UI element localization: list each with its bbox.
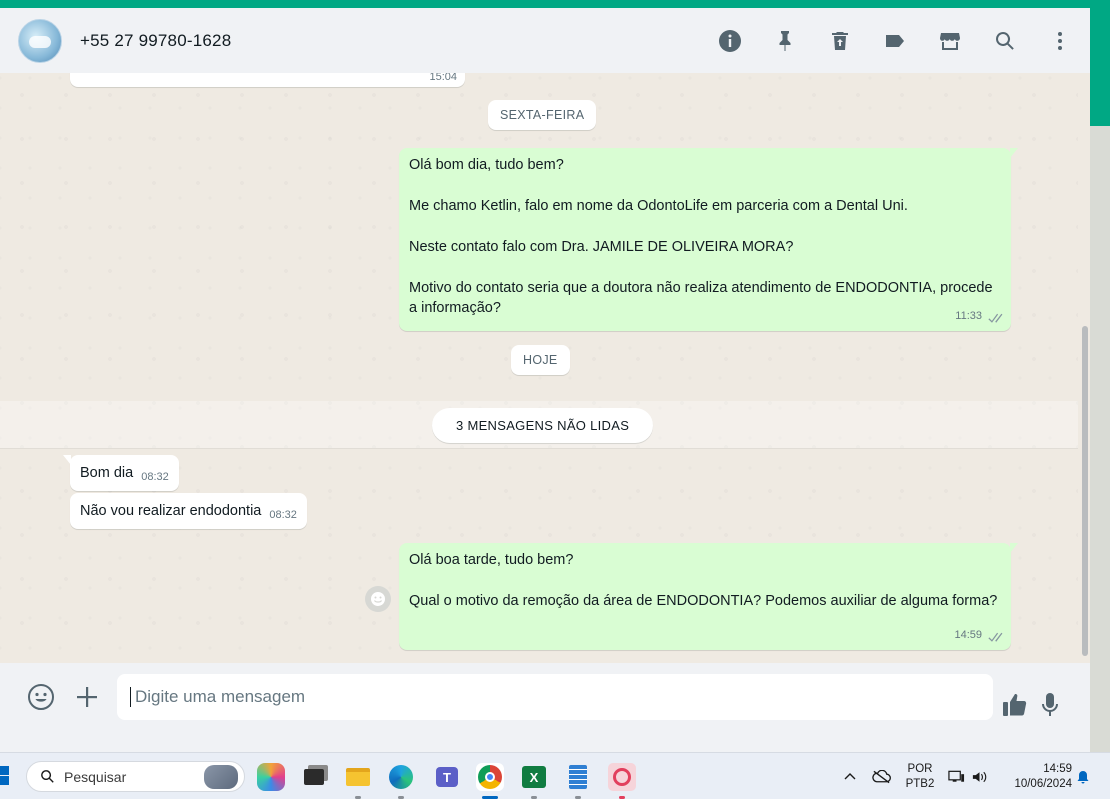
contact-avatar[interactable]: [18, 18, 62, 63]
copilot-icon[interactable]: [257, 763, 285, 791]
message-text-line: Olá bom dia, tudo bem?: [409, 157, 564, 173]
snipping-tool-icon[interactable]: [608, 763, 636, 791]
menu-icon[interactable]: [1048, 29, 1072, 53]
store-icon[interactable]: [938, 29, 962, 53]
message-incoming-partial[interactable]: 15:04: [70, 73, 465, 87]
message-composer: [0, 663, 1090, 752]
message-meta: 11:33: [955, 306, 1003, 326]
reaction-emoji-button[interactable]: [365, 586, 391, 612]
chevron-up-icon: [844, 772, 856, 779]
chrome-icon[interactable]: [476, 763, 504, 791]
windows-taskbar: Pesquisar T X POR PTB2 14:59 10/06/2024: [0, 752, 1110, 799]
scrollbar-thumb[interactable]: [1082, 326, 1088, 656]
label-icon[interactable]: [883, 29, 907, 53]
message-text-line: Me chamo Ketlin, falo em nome da OdontoL…: [409, 198, 908, 214]
chat-scrollbar[interactable]: [1080, 73, 1090, 663]
delete-icon[interactable]: [828, 29, 852, 53]
task-view-icon[interactable]: [300, 763, 328, 791]
search-icon: [41, 770, 54, 783]
file-explorer-icon[interactable]: [344, 763, 372, 791]
chat-header[interactable]: +55 27 99780-1628: [0, 8, 1090, 73]
taskbar-search-placeholder: Pesquisar: [64, 768, 127, 785]
attach-plus-icon[interactable]: [72, 682, 102, 712]
message-meta: 14:59: [954, 625, 1003, 645]
date-divider-today: HOJE: [511, 345, 570, 375]
text-caret: [130, 687, 131, 707]
window-right-edge: [1090, 126, 1110, 752]
message-text-line: Qual o motivo da remoção da área de ENDO…: [409, 593, 998, 609]
message-text-line: Motivo do contato seria que a doutora nã…: [409, 280, 993, 316]
message-time: 08:32: [141, 471, 169, 483]
taskbar-search[interactable]: Pesquisar: [26, 761, 245, 792]
clock-date: 10/06/2024: [1014, 777, 1072, 790]
window-right-accent: [1090, 8, 1110, 126]
microphone-icon[interactable]: [1035, 690, 1065, 720]
message-text: Não vou realizar endodontia: [80, 503, 262, 519]
smiley-icon: [371, 592, 385, 606]
double-check-icon: [986, 311, 1003, 323]
clock[interactable]: 14:59 10/06/2024: [1000, 753, 1072, 799]
contact-name[interactable]: +55 27 99780-1628: [80, 31, 231, 51]
info-icon[interactable]: [718, 29, 742, 53]
message-text: Bom dia: [80, 465, 134, 481]
double-check-icon: [986, 630, 1003, 642]
message-input[interactable]: [117, 674, 993, 720]
volume-icon[interactable]: [970, 753, 988, 799]
input-language[interactable]: POR PTB2: [900, 753, 940, 799]
show-hidden-icons[interactable]: [842, 753, 858, 799]
message-incoming[interactable]: Bom dia 08:32: [63, 455, 179, 491]
message-outgoing[interactable]: Olá boa tarde, tudo bem? Qual o motivo d…: [399, 543, 1018, 650]
header-actions: [687, 29, 1072, 53]
message-time: 08:32: [269, 509, 297, 521]
message-text-line: Olá boa tarde, tudo bem?: [409, 552, 574, 568]
clock-time: 14:59: [1043, 762, 1072, 775]
whatsapp-window: +55 27 99780-1628 15:04 SEXTA-FEIRA Olá …: [0, 8, 1090, 752]
thumbs-up-icon[interactable]: [1000, 690, 1030, 720]
message-time: 14:59: [954, 629, 982, 641]
date-divider-friday: SEXTA-FEIRA: [488, 100, 597, 130]
message-incoming[interactable]: Não vou realizar endodontia 08:32: [70, 493, 307, 529]
search-icon[interactable]: [993, 29, 1017, 53]
message-outgoing[interactable]: Olá bom dia, tudo bem? Me chamo Ketlin, …: [399, 148, 1018, 331]
message-time: 11:33: [955, 310, 982, 322]
windows-start-icon[interactable]: [0, 766, 12, 786]
network-icon[interactable]: [947, 753, 965, 799]
search-highlight-image: [204, 765, 238, 789]
onedrive-offline-icon[interactable]: [871, 753, 891, 799]
teams-icon[interactable]: T: [433, 763, 461, 791]
app-top-accent-bar: [0, 0, 1110, 8]
message-list[interactable]: 15:04 SEXTA-FEIRA Olá bom dia, tudo bem?…: [0, 73, 1078, 663]
notification-bell-icon[interactable]: [1075, 753, 1091, 799]
excel-icon[interactable]: X: [520, 763, 548, 791]
edge-icon[interactable]: [387, 763, 415, 791]
message-text-line: Neste contato falo com Dra. JAMILE DE OL…: [409, 239, 794, 255]
pin-icon[interactable]: [773, 29, 797, 53]
notepad-icon[interactable]: [564, 763, 592, 791]
message-time: 15:04: [429, 73, 457, 83]
unread-messages-indicator: 3 MENSAGENS NÃO LIDAS: [432, 408, 654, 443]
emoji-icon[interactable]: [26, 682, 56, 712]
